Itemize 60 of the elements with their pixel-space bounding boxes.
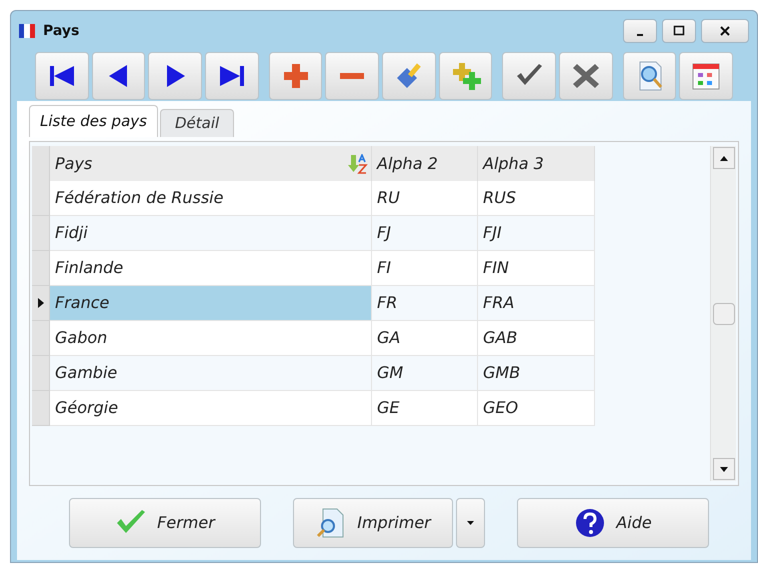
table-cell: Fidji <box>50 216 372 251</box>
minimize-button[interactable] <box>623 19 657 43</box>
table-cell: GE <box>372 391 478 426</box>
tab[interactable]: Liste des pays <box>29 105 158 137</box>
table-cell: Finlande <box>50 251 372 286</box>
minus-icon <box>340 73 364 79</box>
up-arrow-icon <box>720 156 728 160</box>
maximize-button[interactable] <box>662 19 696 43</box>
close-icon <box>719 25 731 37</box>
last-button[interactable] <box>205 52 259 100</box>
minimize-icon <box>637 34 643 36</box>
column-header[interactable]: Alpha 3 <box>478 146 595 181</box>
close-window-button[interactable]: Fermer <box>69 498 261 548</box>
row-indicator[interactable] <box>32 286 50 321</box>
maximize-icon <box>673 25 685 37</box>
scrollbar[interactable] <box>710 146 736 481</box>
table-cell: Gambie <box>50 356 372 391</box>
table-cell: Géorgie <box>50 391 372 426</box>
table-cell: GEO <box>478 391 595 426</box>
search-button[interactable] <box>622 52 676 100</box>
table-cell: Gabon <box>50 321 372 356</box>
table-cell: FJI <box>478 216 595 251</box>
table-cell: RU <box>372 181 478 216</box>
scroll-up-button[interactable] <box>712 147 734 169</box>
add-button[interactable] <box>268 52 322 100</box>
validate-button[interactable] <box>502 52 556 100</box>
down-arrow-icon <box>720 466 728 472</box>
scroll-down-button[interactable] <box>712 458 734 480</box>
table-cell: FJ <box>372 216 478 251</box>
edit-button[interactable] <box>382 52 436 100</box>
remove-button[interactable] <box>325 52 380 100</box>
help-icon <box>574 507 606 539</box>
table-cell: GA <box>372 321 478 356</box>
first-button[interactable] <box>35 52 89 100</box>
column-header[interactable]: Pays <box>50 146 372 181</box>
tab[interactable]: Détail <box>160 109 234 137</box>
duplicate-button[interactable] <box>438 52 492 100</box>
cancel-button[interactable] <box>559 52 613 100</box>
help-button[interactable]: Aide <box>517 498 709 548</box>
table-cell: Fédération de Russie <box>50 181 372 216</box>
previous-button[interactable] <box>92 52 146 100</box>
window-title: Pays <box>43 22 80 40</box>
row-header <box>32 146 50 181</box>
next-button[interactable] <box>148 52 202 100</box>
caret-icon <box>467 521 474 525</box>
print-button[interactable]: Imprimer <box>293 498 453 548</box>
table-cell: FIN <box>478 251 595 286</box>
table-cell: GAB <box>478 321 595 356</box>
scroll-thumb[interactable] <box>712 303 734 325</box>
table-cell: FI <box>372 251 478 286</box>
table-cell: France <box>50 286 372 321</box>
close-button[interactable] <box>701 19 749 43</box>
table-cell: FRA <box>478 286 595 321</box>
calendar-button[interactable] <box>679 52 734 100</box>
table-cell: FR <box>372 286 478 321</box>
column-header[interactable]: Alpha 2 <box>372 146 478 181</box>
flag-icon <box>19 24 35 38</box>
table-cell: RUS <box>478 181 595 216</box>
table-cell: GMB <box>478 356 595 391</box>
table-cell: GM <box>372 356 478 391</box>
